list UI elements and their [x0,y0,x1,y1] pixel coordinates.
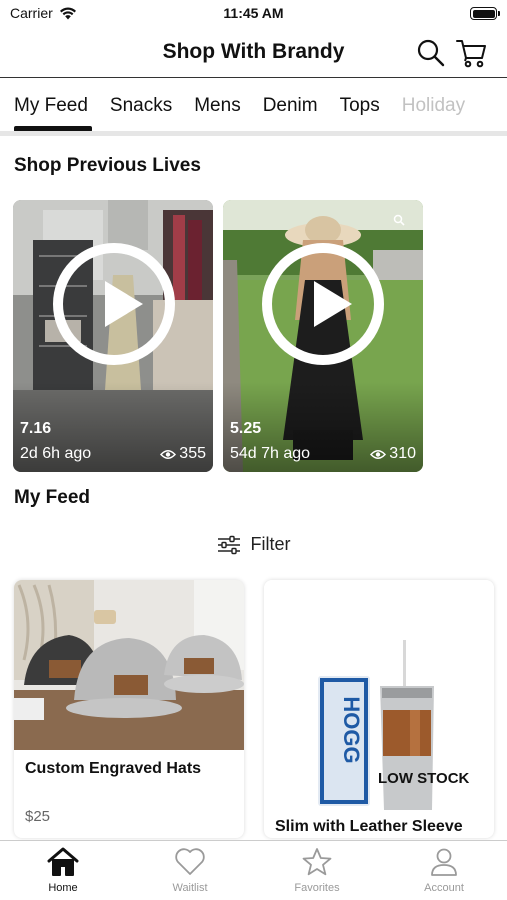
zoom-icon [393,214,405,226]
play-button[interactable] [262,243,384,365]
tabbar-account[interactable]: Account [381,847,507,894]
eye-icon [160,449,177,459]
user-icon [431,848,457,876]
status-bar: Carrier 11:45 AM [0,0,507,28]
tabbar-home[interactable]: Home [0,847,126,894]
play-button[interactable] [53,243,175,365]
tab-mens[interactable]: Mens [194,95,240,117]
filter-button[interactable]: Filter [0,534,507,555]
view-count: 310 [370,445,416,463]
active-tab-indicator [14,126,92,131]
tabbar-favorites[interactable]: Favorites [254,847,380,894]
tab-tops[interactable]: Tops [340,95,380,117]
cart-button[interactable] [456,38,486,68]
filter-label: Filter [250,534,291,554]
live-date: 5.25 [230,420,262,437]
live-video-card[interactable]: 7.16 2d 6h ago 355 [13,200,213,472]
cart-icon [456,40,486,68]
low-stock-badge: LOW STOCK [378,770,470,787]
previous-lives-heading: Shop Previous Lives [14,155,201,176]
tabbar-label: Waitlist [172,882,208,894]
product-card[interactable]: Custom Engraved Hats $25 [14,580,244,838]
tab-denim[interactable]: Denim [263,95,318,117]
tab-snacks[interactable]: Snacks [110,95,172,117]
category-tabs: My Feed Snacks Mens Denim Tops Holiday [0,80,507,136]
view-count-value: 310 [389,445,416,462]
tabbar-label: Favorites [294,882,340,894]
battery-icon [470,7,500,20]
app-header: Shop With Brandy [0,28,507,78]
tabbar-waitlist[interactable]: Waitlist [127,847,253,894]
tab-holiday[interactable]: Holiday [402,95,465,117]
product-name: Custom Engraved Hats [25,760,202,777]
play-icon [314,281,352,327]
home-icon [47,847,79,876]
search-icon [417,39,445,67]
tabbar-label: Account [424,882,464,894]
product-card[interactable]: HOGG LOW STOCK Slim with Leather Sleeve [264,580,494,838]
play-icon [105,281,143,327]
live-time-ago: 2d 6h ago [20,445,92,462]
tabbar-label: Home [48,882,78,894]
tumbler-brand-text: HOGG [339,696,364,763]
view-count: 355 [160,445,206,463]
bottom-tab-bar: Home Waitlist Favorites Account [0,840,507,900]
search-button[interactable] [416,38,446,68]
feed-heading: My Feed [14,487,91,508]
heart-icon [175,848,205,875]
eye-icon [370,449,387,459]
live-video-card[interactable]: 5.25 54d 7h ago 310 [223,200,423,472]
product-name: Slim with Leather Sleeve [275,818,463,835]
product-price: $25 [25,808,51,825]
product-image [14,580,244,750]
tab-my-feed[interactable]: My Feed [14,95,88,117]
view-count-value: 355 [179,445,206,462]
star-icon [302,848,332,876]
status-time: 11:45 AM [223,5,284,21]
live-time-ago: 54d 7h ago [230,445,311,462]
sliders-icon [217,535,240,554]
live-date: 7.16 [20,420,52,437]
